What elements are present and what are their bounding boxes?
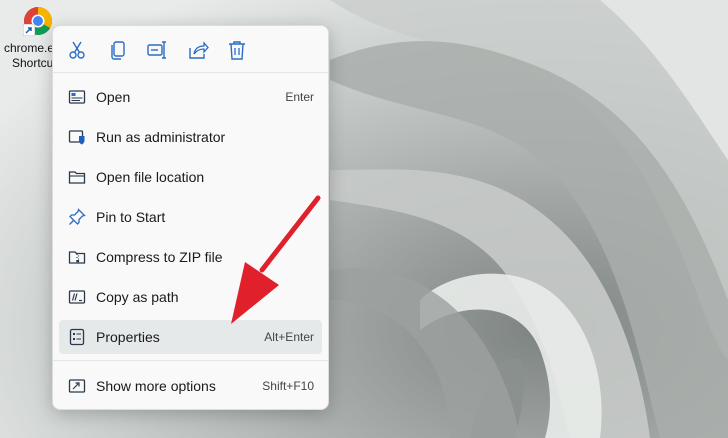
chrome-shortcut-desktop-icon[interactable]: chrome.e Shortcu (0, 0, 58, 70)
more-options-icon (68, 377, 86, 395)
scissors-icon (69, 41, 85, 59)
menu-item-pin-to-start[interactable]: Pin to Start (59, 200, 322, 234)
pin-icon (68, 208, 86, 226)
rename-icon (147, 41, 166, 59)
menu-item-label: Copy as path (96, 289, 179, 305)
shortcut-arrow-icon (23, 24, 35, 36)
quick-actions-bar (53, 26, 328, 72)
delete-button[interactable] (226, 39, 248, 61)
menu-item-shortcut: Enter (285, 90, 314, 104)
desktop-icon-label: chrome.e Shortcu (0, 41, 58, 71)
menu-item-label: Pin to Start (96, 209, 166, 225)
copy-icon (111, 41, 125, 60)
context-menu: Open Enter Run as administrator Open fil… (52, 25, 329, 410)
open-window-icon (68, 88, 86, 106)
menu-item-run-as-administrator[interactable]: Run as administrator (59, 120, 322, 154)
copy-path-icon (68, 288, 86, 306)
cut-button[interactable] (66, 39, 88, 61)
menu-item-shortcut: Shift+F10 (262, 379, 314, 393)
copy-button[interactable] (107, 39, 129, 61)
menu-item-label: Open file location (96, 169, 205, 185)
menu-item-compress-to-zip[interactable]: Compress to ZIP file (59, 240, 322, 274)
share-button[interactable] (187, 39, 209, 61)
rename-button[interactable] (146, 39, 168, 61)
menu-item-label: Compress to ZIP file (96, 249, 223, 265)
trash-icon (229, 41, 245, 60)
menu-item-label: Show more options (96, 378, 216, 394)
shield-admin-icon (68, 128, 86, 146)
menu-item-label: Properties (96, 329, 160, 345)
menu-divider (53, 360, 328, 361)
menu-item-label: Run as administrator (96, 129, 226, 145)
menu-item-label: Open (96, 89, 131, 105)
folder-icon (68, 168, 86, 186)
menu-item-show-more-options[interactable]: Show more options Shift+F10 (59, 369, 322, 403)
desktop-icon-label-line1: chrome.e (3, 41, 55, 55)
menu-item-properties[interactable]: Properties Alt+Enter (59, 320, 322, 354)
properties-icon (68, 328, 86, 346)
menu-item-open-file-location[interactable]: Open file location (59, 160, 322, 194)
menu-item-open[interactable]: Open Enter (59, 80, 322, 114)
zip-icon (68, 248, 86, 266)
menu-item-copy-as-path[interactable]: Copy as path (59, 280, 322, 314)
menu-divider (53, 72, 328, 73)
menu-item-shortcut: Alt+Enter (264, 330, 314, 344)
share-icon (189, 41, 209, 59)
